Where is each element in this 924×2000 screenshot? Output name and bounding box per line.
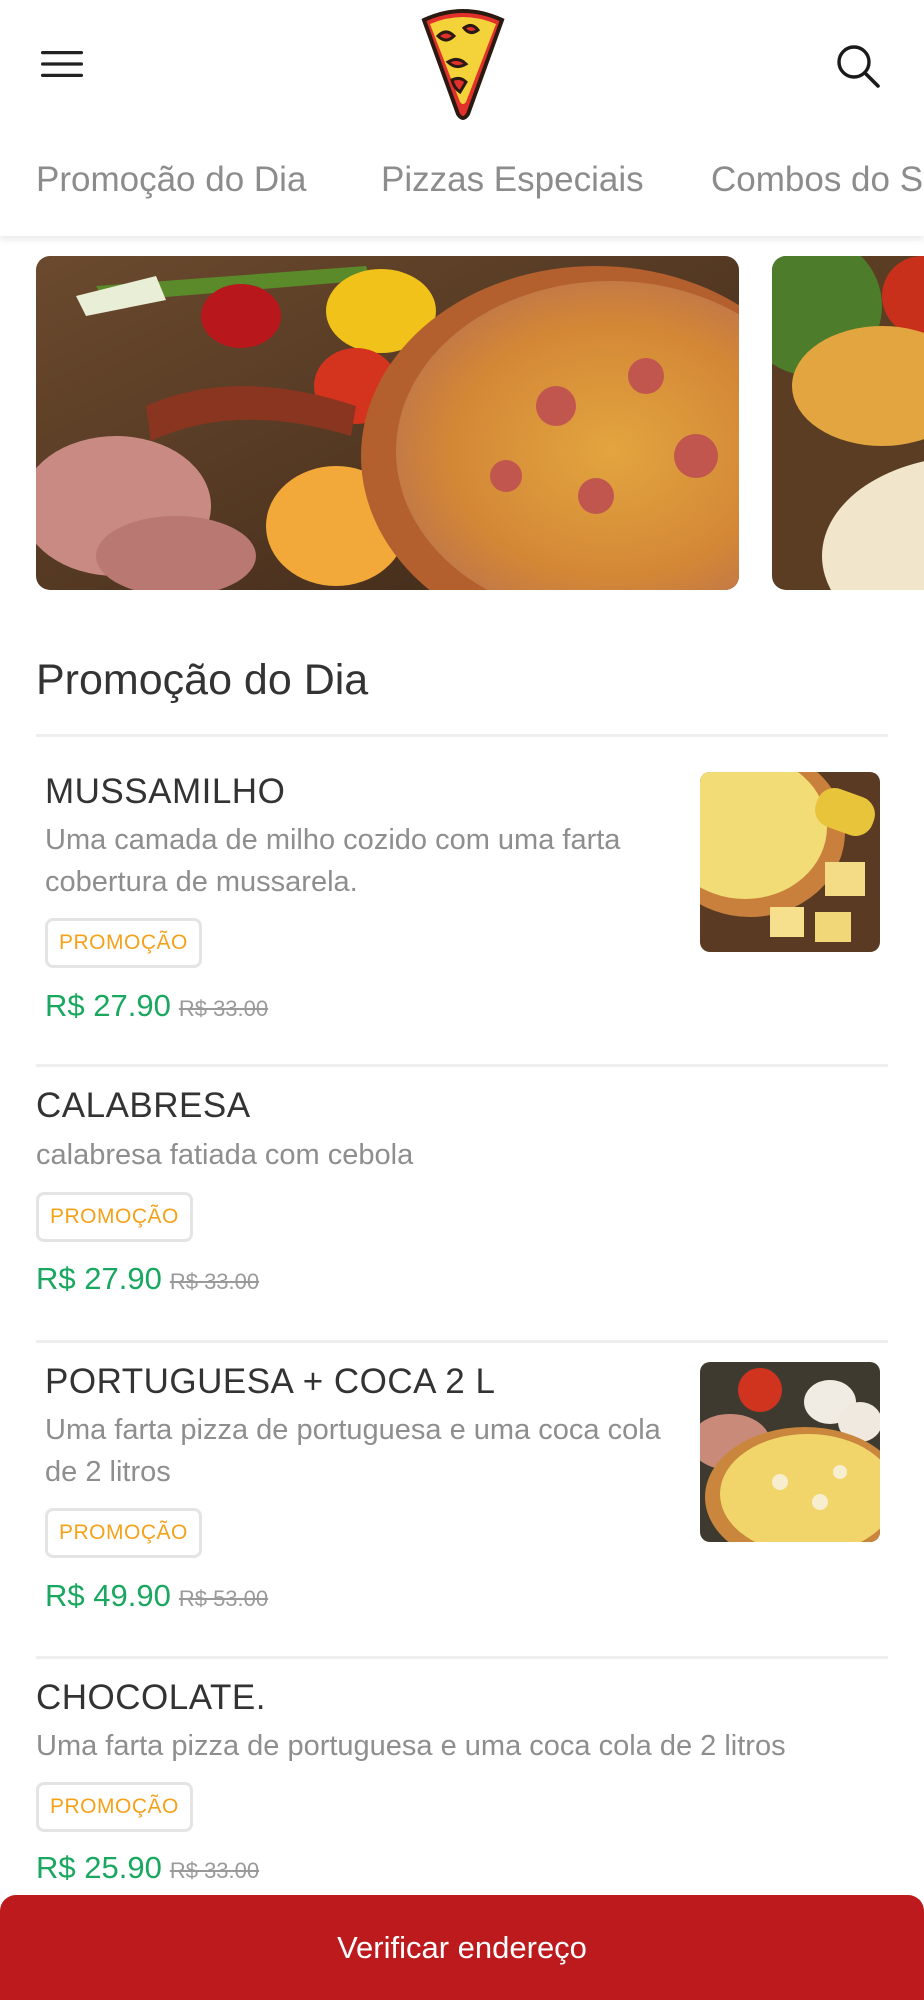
- banner-image-secondary[interactable]: [772, 256, 924, 590]
- old-price: R$ 53.00: [178, 1586, 269, 1611]
- banner-image-pizza[interactable]: [36, 256, 739, 590]
- category-tabs: Promoção do Dia Pizzas Especiais Combos …: [0, 130, 924, 236]
- section-title: Promoção do Dia: [36, 656, 369, 704]
- product-description: Uma farta pizza de portuguesa e uma coca…: [45, 1414, 661, 1488]
- promo-badge: PROMOÇÃO: [45, 1508, 202, 1558]
- current-price: R$ 27.90: [36, 1261, 162, 1296]
- product-name: CALABRESA: [36, 1086, 251, 1125]
- product-name: CHOCOLATE.: [36, 1678, 266, 1717]
- promo-badge: PROMOÇÃO: [36, 1192, 193, 1242]
- current-price: R$ 49.90: [45, 1578, 171, 1613]
- verify-address-button[interactable]: Verificar endereço: [0, 1895, 924, 2000]
- product-item-chocolate[interactable]: CHOCOLATE. Uma farta pizza de portuguesa…: [0, 1658, 924, 1898]
- promo-badge: PROMOÇÃO: [45, 918, 202, 968]
- hamburger-menu-icon: [41, 51, 83, 77]
- search-button[interactable]: [830, 38, 886, 94]
- banner-carousel[interactable]: [0, 236, 924, 606]
- old-price: R$ 33.00: [169, 1858, 260, 1883]
- search-icon: [837, 45, 880, 88]
- product-description: Uma camada de milho cozido com uma farta…: [45, 824, 621, 898]
- product-description: calabresa fatiada com cebola: [36, 1139, 414, 1171]
- product-price: R$ 27.90 R$ 33.00: [36, 1261, 259, 1297]
- product-description: Uma farta pizza de portuguesa e uma coca…: [36, 1730, 786, 1762]
- old-price: R$ 33.00: [169, 1269, 260, 1294]
- product-name: MUSSAMILHO: [45, 772, 286, 811]
- seu-ze-logo[interactable]: [418, 6, 508, 120]
- product-item-calabresa[interactable]: CALABRESA calabresa fatiada com cebola P…: [0, 1066, 924, 1340]
- product-image: [700, 1362, 880, 1542]
- app-header: [0, 0, 924, 130]
- product-item-mussamilho[interactable]: MUSSAMILHO Uma camada de milho cozido co…: [0, 736, 924, 1064]
- tab-promocao-do-dia[interactable]: Promoção do Dia: [36, 160, 306, 200]
- current-price: R$ 27.90: [45, 988, 171, 1023]
- current-price: R$ 25.90: [36, 1850, 162, 1885]
- product-price: R$ 25.90 R$ 33.00: [36, 1850, 259, 1886]
- product-price: R$ 27.90 R$ 33.00: [45, 988, 268, 1024]
- promo-badge: PROMOÇÃO: [36, 1782, 193, 1832]
- tab-pizzas-especiais[interactable]: Pizzas Especiais: [381, 160, 644, 200]
- old-price: R$ 33.00: [178, 996, 269, 1021]
- tab-combos[interactable]: Combos do S: [711, 160, 923, 200]
- product-item-portuguesa-coca[interactable]: PORTUGUESA + COCA 2 L Uma farta pizza de…: [0, 1342, 924, 1656]
- product-name: PORTUGUESA + COCA 2 L: [45, 1362, 496, 1401]
- menu-button[interactable]: [36, 44, 88, 84]
- product-price: R$ 49.90 R$ 53.00: [45, 1578, 268, 1614]
- product-image: [700, 772, 880, 952]
